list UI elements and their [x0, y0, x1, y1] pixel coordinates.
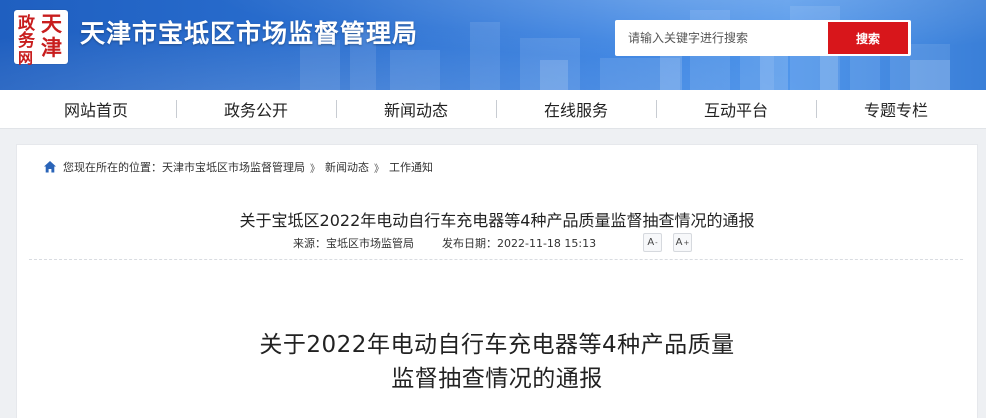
nav-item-special-topics[interactable]: 专题专栏	[816, 90, 976, 128]
font-smaller-letter: A	[647, 237, 655, 248]
document-heading-line-1: 关于2022年电动自行车充电器等4种产品质量	[259, 332, 735, 358]
source-value: 宝坻区市场监管局	[326, 237, 414, 250]
article-panel: 您现在所在的位置： 天津市宝坻区市场监督管理局 》 新闻动态 》 工作通知 关于…	[16, 144, 978, 418]
nav-item-interaction[interactable]: 互动平台	[656, 90, 816, 128]
nav-item-online-services[interactable]: 在线服务	[496, 90, 656, 128]
breadcrumb-separator: 》	[310, 163, 320, 175]
font-larger-letter: A	[675, 237, 683, 248]
search-box: 搜索	[615, 20, 911, 56]
site-title: 天津市宝坻区市场监督管理局	[80, 19, 419, 48]
department-seal-logo: 天 津 政 务 网	[14, 10, 68, 67]
breadcrumb: 您现在所在的位置： 天津市宝坻区市场监督管理局 》 新闻动态 》 工作通知	[43, 159, 433, 175]
header-banner: 天 津 政 务 网 天津市宝坻区市场监督管理局 搜索	[0, 0, 986, 90]
font-size-increase-button[interactable]: A +	[673, 233, 692, 252]
minus-icon: -	[655, 238, 658, 247]
search-button[interactable]: 搜索	[828, 22, 908, 54]
date-label: 发布日期：	[442, 237, 497, 250]
document-heading-line-2: 监督抽查情况的通报	[391, 366, 603, 392]
source-label: 来源：	[293, 237, 326, 250]
nav-item-home[interactable]: 网站首页	[16, 90, 176, 128]
search-input[interactable]	[615, 20, 838, 56]
seal-char-2: 津	[41, 35, 62, 60]
article-title: 关于宝坻区2022年电动自行车充电器等4种产品质量监督抽查情况的通报	[239, 211, 755, 230]
plus-icon: +	[683, 238, 690, 247]
breadcrumb-link-bureau[interactable]: 天津市宝坻区市场监督管理局	[162, 159, 305, 175]
breadcrumb-separator: 》	[374, 163, 384, 175]
seal-char-5: 网	[18, 49, 34, 67]
article-meta: 来源： 宝坻区市场监管局 发布日期： 2022-11-18 15:13	[293, 235, 596, 251]
date-value: 2022-11-18 15:13	[497, 236, 597, 250]
main-nav: 网站首页 政务公开 新闻动态 在线服务 互动平台 专题专栏	[0, 90, 986, 129]
breadcrumb-prefix: 您现在所在的位置：	[63, 161, 162, 174]
font-size-decrease-button[interactable]: A-	[643, 233, 662, 252]
nav-item-government-affairs[interactable]: 政务公开	[176, 90, 336, 128]
seal-char-1: 天	[41, 11, 62, 36]
divider	[29, 259, 963, 260]
breadcrumb-link-work-notices[interactable]: 工作通知	[389, 159, 433, 175]
nav-item-news[interactable]: 新闻动态	[336, 90, 496, 128]
breadcrumb-link-news[interactable]: 新闻动态	[325, 159, 369, 175]
home-icon	[44, 161, 56, 173]
